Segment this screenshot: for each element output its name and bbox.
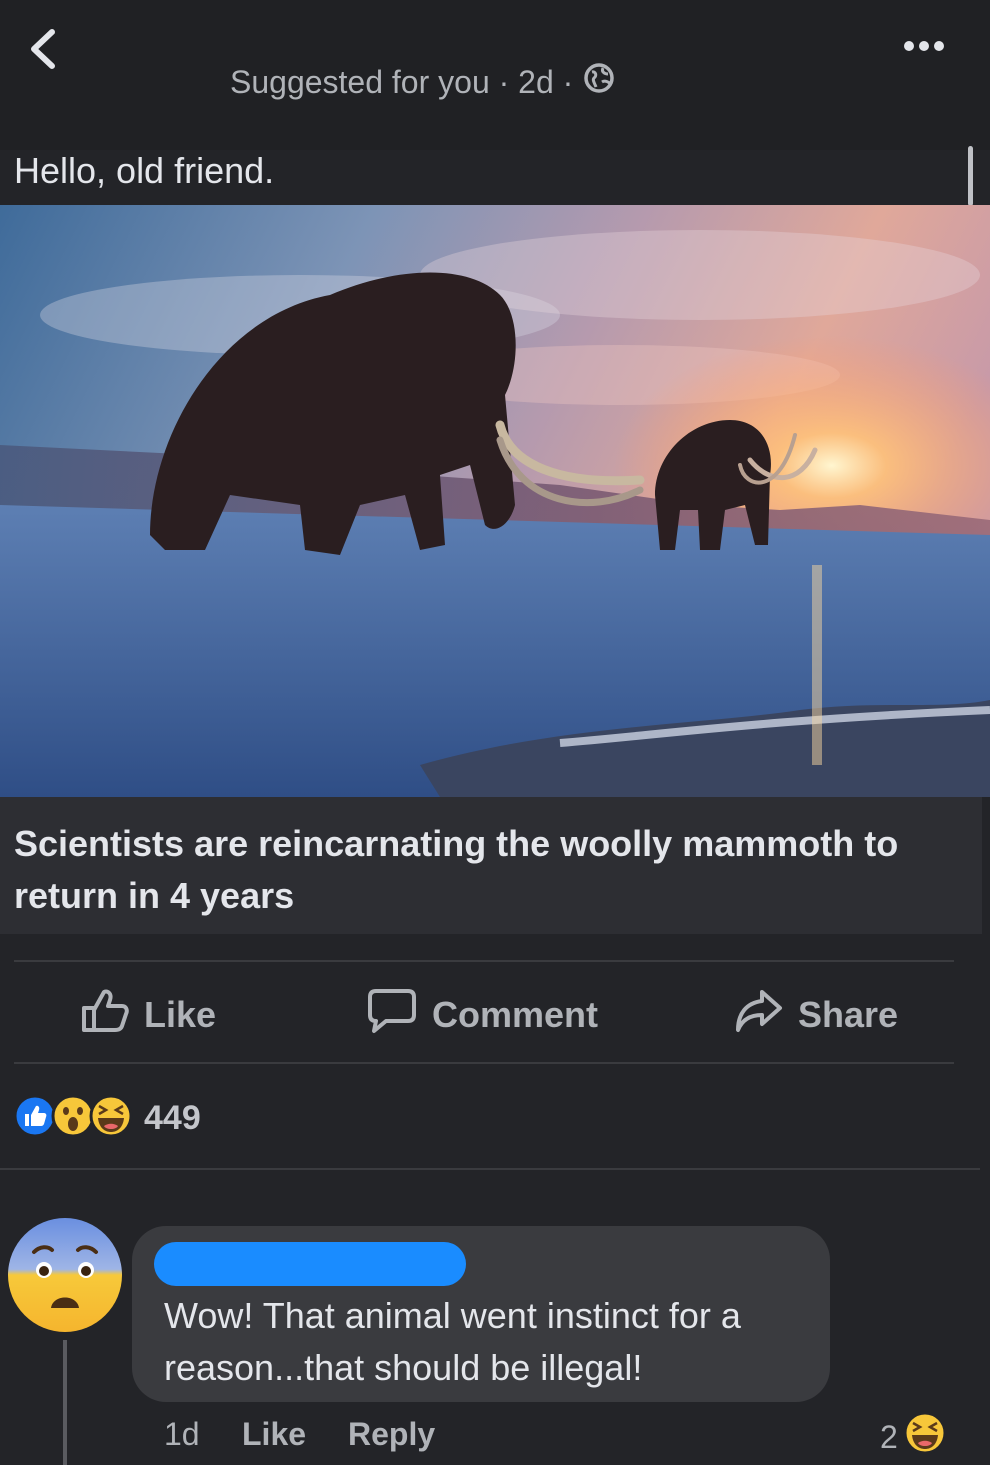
comment-button[interactable]: Comment — [366, 988, 599, 1040]
comment-reactions[interactable]: 2 — [880, 1410, 948, 1464]
thumbs-up-icon — [80, 988, 130, 1043]
like-button[interactable]: Like — [80, 988, 217, 1043]
divider — [14, 960, 954, 962]
share-label: Share — [798, 994, 899, 1035]
like-label: Like — [144, 994, 217, 1035]
scrollbar[interactable] — [968, 146, 973, 206]
comment-bubble-icon — [366, 987, 418, 1044]
haha-reaction-icon — [88, 1093, 134, 1144]
comment-text: Wow! That animal went instinct for a rea… — [164, 1295, 741, 1388]
more-options-icon[interactable] — [902, 36, 946, 56]
redacted-name — [154, 1242, 466, 1286]
share-button[interactable]: Share — [734, 988, 899, 1043]
post-meta-text: Suggested for you · 2d · — [230, 63, 574, 100]
reaction-count: 449 — [144, 1098, 201, 1137]
post-caption: Hello, old friend. — [14, 150, 275, 191]
post-image[interactable] — [0, 205, 990, 797]
haha-reaction-icon — [902, 1410, 948, 1464]
thread-line — [63, 1340, 67, 1465]
back-arrow-icon[interactable] — [24, 24, 64, 74]
post-meta: Suggested for you · 2d · — [230, 62, 615, 102]
divider — [14, 1062, 954, 1064]
comment-reply-button[interactable]: Reply — [348, 1416, 435, 1453]
divider — [0, 1168, 980, 1170]
comment-reaction-count: 2 — [880, 1418, 898, 1455]
comment-label: Comment — [432, 994, 599, 1035]
reactions-summary[interactable]: 449 — [12, 1093, 201, 1144]
comment-time: 1d — [164, 1416, 200, 1452]
commenter-avatar[interactable] — [6, 1216, 124, 1334]
globe-icon — [583, 62, 615, 102]
comment-like-button[interactable]: Like — [242, 1416, 306, 1453]
link-title[interactable]: Scientists are reincarnating the woolly … — [14, 818, 954, 922]
share-arrow-icon — [734, 988, 784, 1043]
